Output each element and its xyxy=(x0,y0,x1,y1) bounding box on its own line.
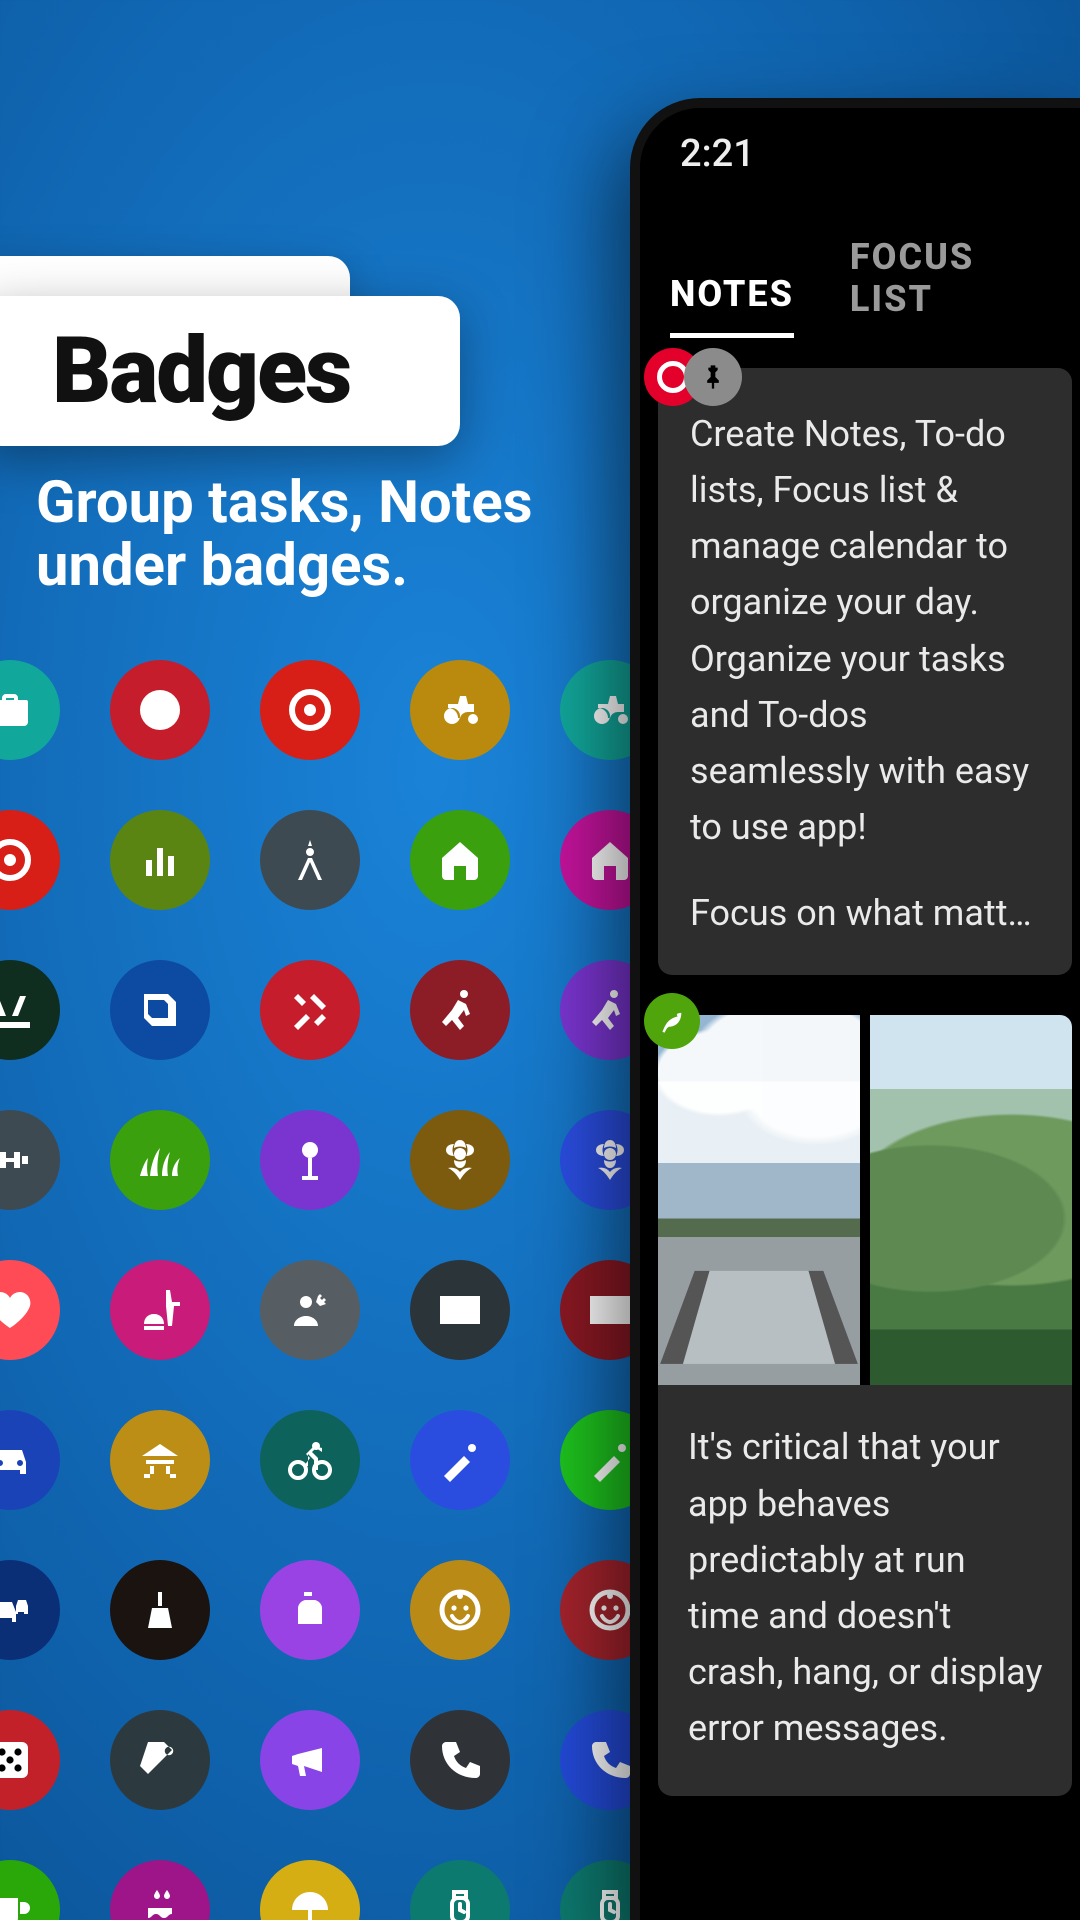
flashlight-icon[interactable] xyxy=(110,1710,210,1810)
note-body: It's critical that your app behaves pred… xyxy=(658,1385,1072,1796)
briefcase-icon[interactable] xyxy=(0,660,60,760)
mug-icon[interactable] xyxy=(0,1860,60,1920)
note-more: Focus on what matt… xyxy=(690,885,1048,941)
handwash-icon[interactable] xyxy=(260,1560,360,1660)
watch-icon[interactable] xyxy=(410,1860,510,1920)
title-card: Badges xyxy=(0,296,460,446)
pushpin-icon xyxy=(684,348,742,406)
cycling-icon[interactable] xyxy=(260,1410,360,1510)
tractor-icon[interactable] xyxy=(410,660,510,760)
cricket-icon[interactable] xyxy=(410,1410,510,1510)
sick-face-icon[interactable] xyxy=(110,660,210,760)
bar-chart-icon[interactable] xyxy=(110,810,210,910)
megaphone-icon[interactable] xyxy=(260,1710,360,1810)
tab-notes[interactable]: NOTES xyxy=(670,273,794,338)
page-subtitle: Group tasks, Notes under badges. xyxy=(36,472,596,597)
heart-icon[interactable] xyxy=(0,1260,60,1360)
target-icon[interactable] xyxy=(260,660,360,760)
tab-bar: NOTES FOCUS LIST xyxy=(640,176,1080,338)
tools-cross-icon[interactable] xyxy=(260,960,360,1060)
target-icon[interactable] xyxy=(0,810,60,910)
compass-drafting-icon[interactable] xyxy=(260,810,360,910)
engineer-icon[interactable] xyxy=(260,1260,360,1360)
note-card[interactable]: It's critical that your app behaves pred… xyxy=(658,1015,1072,1796)
handball-icon[interactable] xyxy=(410,960,510,1060)
cake-icon[interactable] xyxy=(110,1860,210,1920)
note-card[interactable]: Create Notes, To-do lists, Focus list & … xyxy=(658,368,1072,975)
dice-icon[interactable] xyxy=(0,1710,60,1810)
page-title: Badges xyxy=(52,318,350,425)
note-image xyxy=(870,1015,1072,1385)
status-time: 2:21 xyxy=(640,132,1080,176)
grass-icon[interactable] xyxy=(110,1110,210,1210)
phone-mockup: 2:21 NOTES FOCUS LIST Create Notes, To-d… xyxy=(630,98,1080,1920)
cleaning-icon[interactable] xyxy=(110,1560,210,1660)
mail-icon[interactable] xyxy=(410,1260,510,1360)
badge-grid xyxy=(0,660,680,1920)
dumbbell-icon[interactable] xyxy=(0,1110,60,1210)
home-icon[interactable] xyxy=(410,810,510,910)
tab-focus-list[interactable]: FOCUS LIST xyxy=(850,236,1060,338)
traffic-icon[interactable] xyxy=(0,1560,60,1660)
flower-icon[interactable] xyxy=(410,1110,510,1210)
note-pins xyxy=(644,348,742,406)
note-body: Create Notes, To-do lists, Focus list & … xyxy=(690,406,1048,855)
history-edu-icon[interactable] xyxy=(110,960,210,1060)
deck-icon[interactable] xyxy=(110,1410,210,1510)
hockey-icon[interactable] xyxy=(0,960,60,1060)
golf-icon[interactable] xyxy=(260,1110,360,1210)
leaf-icon xyxy=(644,993,700,1049)
car-icon[interactable] xyxy=(0,1410,60,1510)
child-face-icon[interactable] xyxy=(410,1560,510,1660)
fastfood-icon[interactable] xyxy=(110,1260,210,1360)
beach-icon[interactable] xyxy=(260,1860,360,1920)
phone-icon[interactable] xyxy=(410,1710,510,1810)
note-image xyxy=(658,1015,860,1385)
note-image-row xyxy=(658,1015,1072,1385)
